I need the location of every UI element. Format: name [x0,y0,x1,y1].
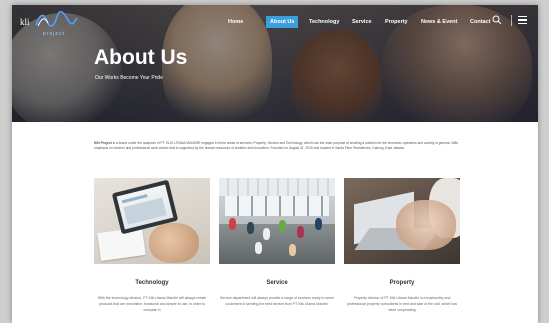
nav-divider [511,15,512,26]
page-subtitle: Our Works Become Your Pride [95,75,163,81]
service-image[interactable] [219,178,335,264]
nav-about-us[interactable]: About Us [266,16,299,28]
logo-subtext: project [43,31,66,37]
nav-home[interactable]: Home [224,16,247,28]
nav-contact[interactable]: Contact [466,16,494,28]
technology-description: With the technology division, PT Klik Ut… [97,296,207,312]
technology-title[interactable]: Technology [94,280,210,286]
service-title[interactable]: Service [219,280,335,286]
nav-news-event[interactable]: News & Event [417,16,461,28]
property-description: Property division of PT Klik Utama Mandi… [346,296,458,312]
intro-lead: KIN Project [94,141,112,145]
site-logo[interactable]: kli project [20,11,80,37]
browser-page: kli project Home About Us Technology Ser… [12,5,538,323]
hamburger-menu-icon[interactable] [518,16,527,24]
search-icon[interactable] [492,15,502,25]
property-image[interactable] [344,178,460,264]
logo-wave-icon [35,11,78,27]
page-title: About Us [94,46,188,69]
nav-service[interactable]: Service [348,16,376,28]
service-description: Service department will always provide a… [220,296,334,306]
intro-paragraph: KIN Project is a brand under the auspice… [94,141,464,151]
property-title[interactable]: Property [344,280,460,286]
technology-image[interactable] [94,178,210,264]
nav-property[interactable]: Property [381,16,412,28]
intro-text: is a brand under the auspices of PT. KLI… [94,141,459,151]
hero-banner: kli project Home About Us Technology Ser… [12,5,538,122]
nav-technology[interactable]: Technology [305,16,343,28]
logo-text: kli [20,17,30,27]
